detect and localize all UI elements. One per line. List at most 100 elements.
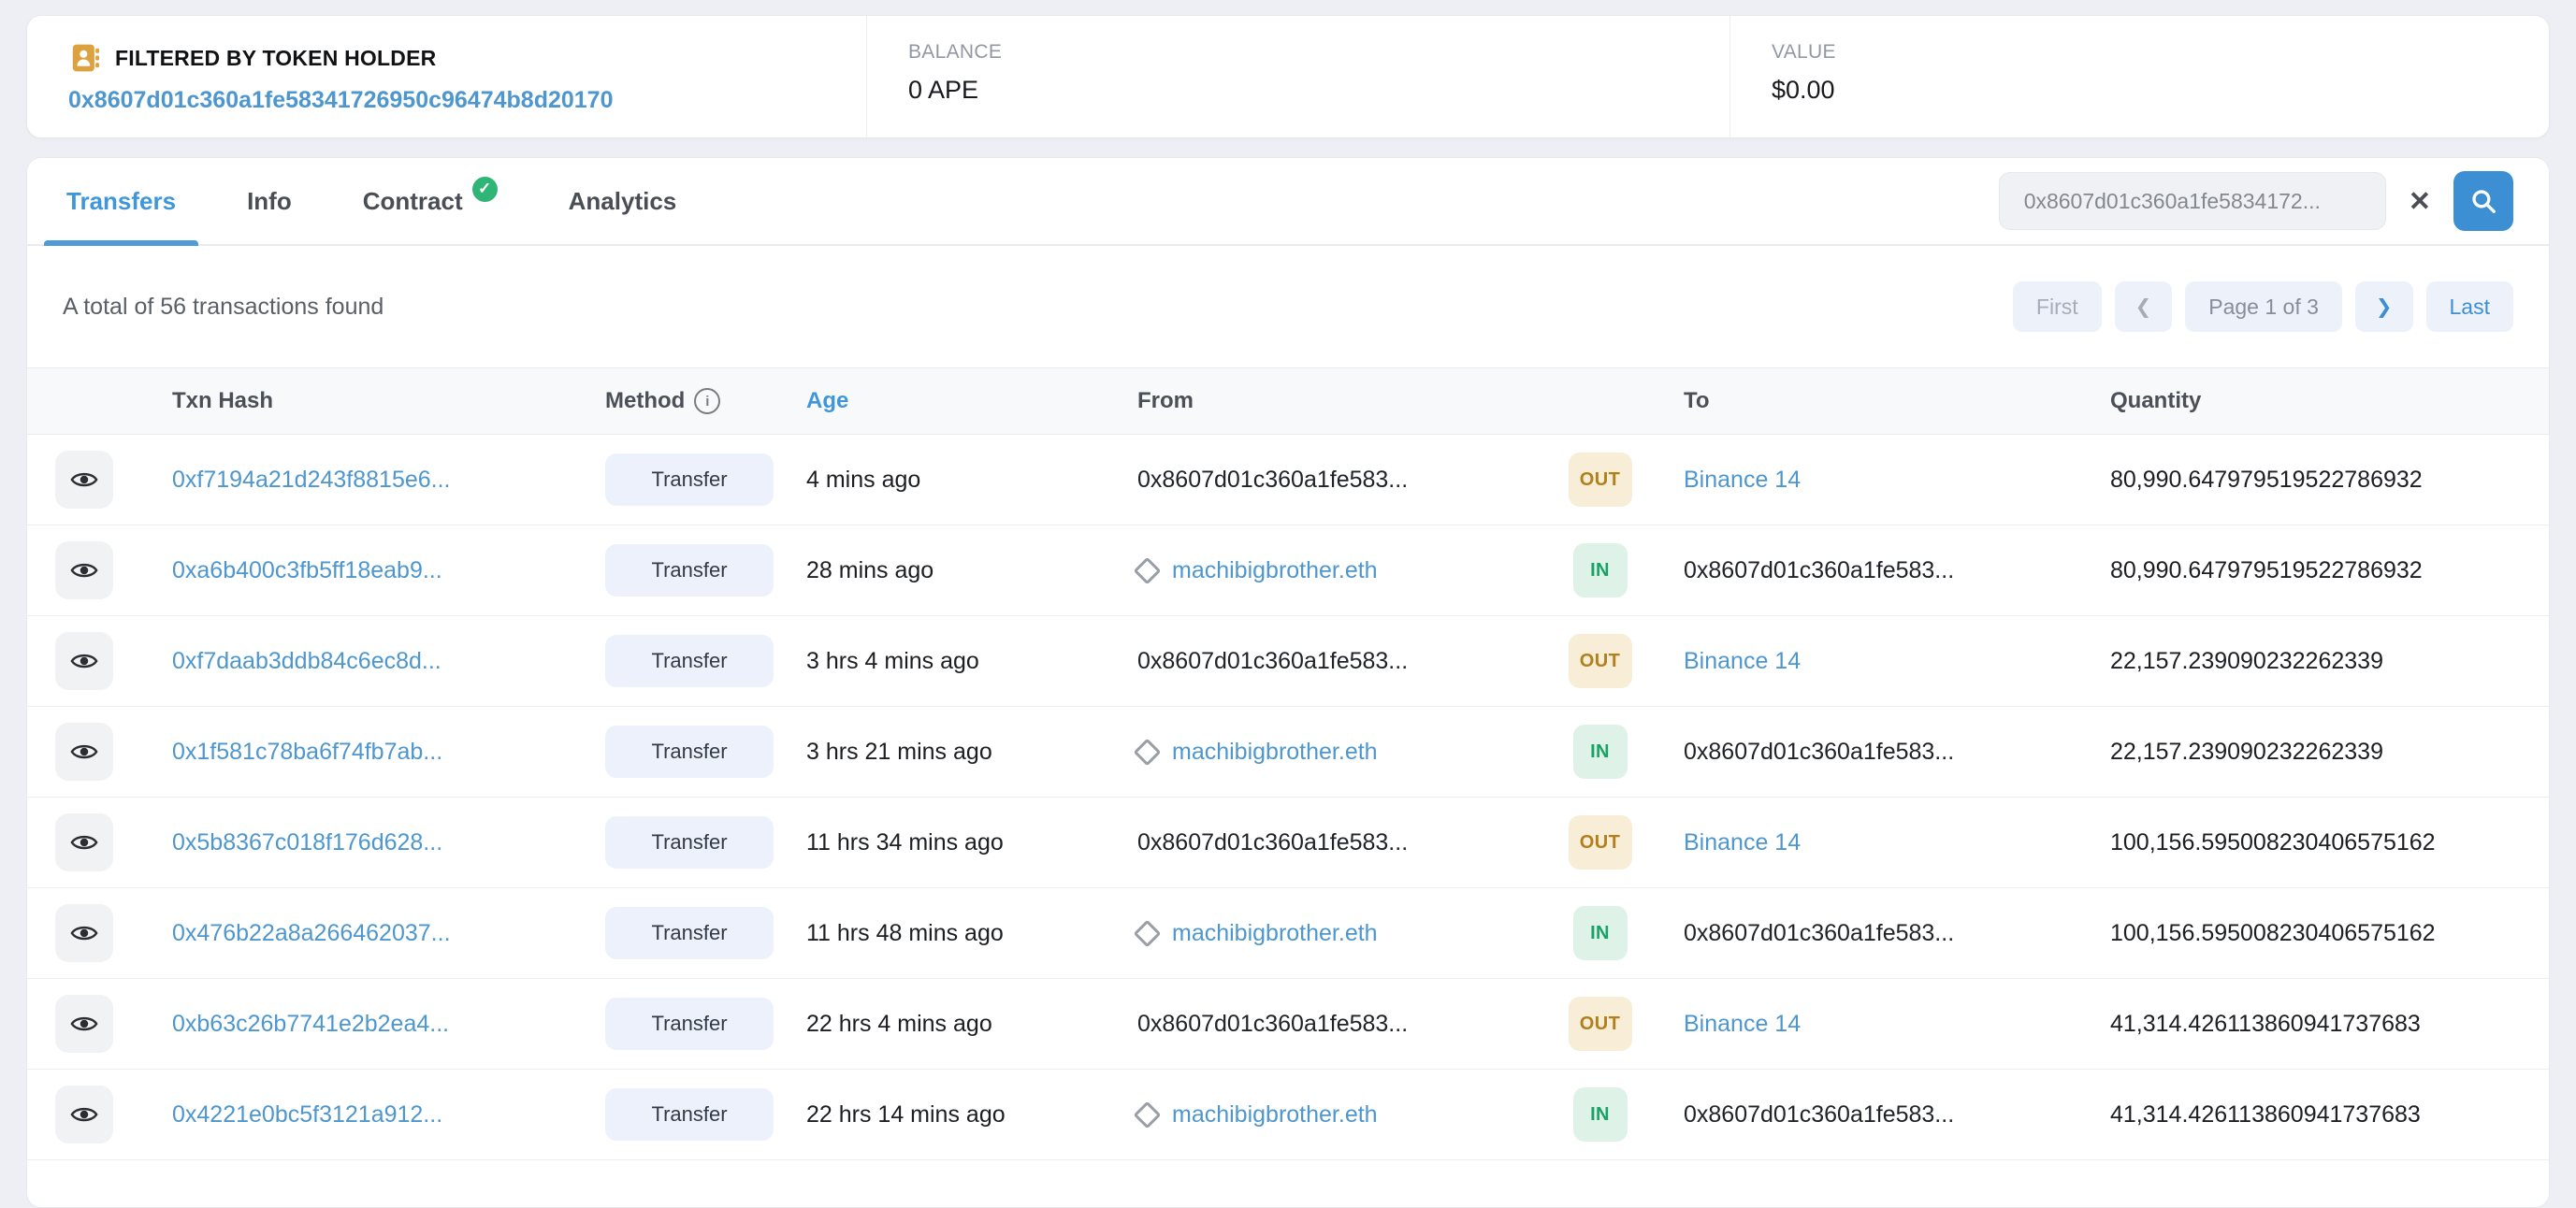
table-row: 0x5b8367c018f176d628...Transfer11 hrs 34… <box>27 798 2549 888</box>
table-row: 0x476b22a8a266462037...Transfer11 hrs 48… <box>27 888 2549 979</box>
quantity-cell: 41,314.426113860941737683 <box>2084 1011 2549 1038</box>
direction-badge: OUT <box>1569 997 1632 1051</box>
age-cell: 11 hrs 34 mins ago <box>780 829 1111 856</box>
table-row: 0xf7194a21d243f8815e6... Transfer4 mins a… <box>27 435 2549 525</box>
direction-badge: IN <box>1573 1087 1628 1142</box>
clear-search-button[interactable]: ✕ <box>2409 185 2431 218</box>
to-cell: Binance 14 <box>1657 1011 2084 1038</box>
header-age[interactable]: Age <box>780 388 1111 414</box>
table-row: 0xa6b400c3fb5ff18eab9... Transfer28 mins … <box>27 525 2549 616</box>
chevron-right-icon: ❯ <box>2376 295 2393 319</box>
txn-hash-link[interactable]: 0x1f581c78ba6f74fb7ab... <box>172 739 442 766</box>
from-cell: 0x8607d01c360a1fe583... <box>1111 1011 1542 1038</box>
value-label: VALUE <box>1772 41 2549 64</box>
next-page-button[interactable]: ❯ <box>2355 281 2413 332</box>
holder-address-link[interactable]: 0x8607d01c360a1fe58341726950c96474b8d201… <box>68 87 613 114</box>
filter-section: FILTERED BY TOKEN HOLDER 0x8607d01c360a1… <box>27 16 866 137</box>
header-quantity: Quantity <box>2084 388 2549 414</box>
eye-icon <box>70 828 98 856</box>
tab-transfers[interactable]: Transfers <box>63 158 180 244</box>
search-input[interactable] <box>1999 172 2386 230</box>
eye-icon <box>70 556 98 584</box>
pagination: First ❮ Page 1 of 3 ❯ Last <box>2013 281 2513 332</box>
age-cell: 4 mins ago <box>780 467 1111 494</box>
eye-icon <box>70 738 98 766</box>
quantity-cell: 22,157.239090232262339 <box>2084 739 2549 766</box>
method-badge: Transfer <box>605 544 774 597</box>
eye-icon <box>70 466 98 494</box>
age-cell: 28 mins ago <box>780 557 1111 584</box>
from-cell: machibigbrother.eth <box>1111 1101 1542 1129</box>
last-page-button[interactable]: Last <box>2426 281 2513 332</box>
method-badge: Transfer <box>605 998 774 1050</box>
preview-eye-button[interactable] <box>55 1086 113 1143</box>
to-cell: Binance 14 <box>1657 467 2084 494</box>
tab-bar: Transfers Info Contract ✓ Analytics ✕ <box>27 158 2549 246</box>
balance-label: BALANCE <box>908 41 1729 64</box>
txn-hash-link[interactable]: 0x5b8367c018f176d628... <box>172 829 442 856</box>
address-link[interactable]: Binance 14 <box>1684 829 1801 856</box>
diamond-icon <box>1134 738 1162 766</box>
address-link[interactable]: machibigbrother.eth <box>1172 557 1378 584</box>
from-cell: machibigbrother.eth <box>1111 920 1542 947</box>
txn-hash-link[interactable]: 0xa6b400c3fb5ff18eab9... <box>172 557 442 584</box>
txn-hash-link[interactable]: 0xf7194a21d243f8815e6... <box>172 467 451 494</box>
direction-badge: OUT <box>1569 634 1632 688</box>
preview-eye-button[interactable] <box>55 723 113 781</box>
diamond-icon <box>1134 919 1162 947</box>
address-link[interactable]: Binance 14 <box>1684 467 1801 494</box>
txn-hash-link[interactable]: 0x476b22a8a266462037... <box>172 920 451 947</box>
address-link[interactable]: machibigbrother.eth <box>1172 1101 1378 1129</box>
info-circle-icon[interactable]: i <box>694 388 720 414</box>
address-text: 0x8607d01c360a1fe583... <box>1684 1101 1954 1129</box>
txn-hash-link[interactable]: 0xb63c26b7741e2b2ea4... <box>172 1011 449 1038</box>
balance-section: BALANCE 0 APE <box>866 16 1729 137</box>
quantity-cell: 100,156.595008230406575162 <box>2084 920 2549 947</box>
transfers-card: Transfers Info Contract ✓ Analytics ✕ A … <box>26 157 2550 1208</box>
preview-eye-button[interactable] <box>55 632 113 690</box>
tab-info[interactable]: Info <box>243 158 296 244</box>
direction-badge: IN <box>1573 543 1628 597</box>
address-link[interactable]: Binance 14 <box>1684 1011 1801 1038</box>
to-cell: 0x8607d01c360a1fe583... <box>1657 739 2084 766</box>
address-link[interactable]: machibigbrother.eth <box>1172 920 1378 947</box>
method-badge: Transfer <box>605 453 774 506</box>
txn-hash-link[interactable]: 0xf7daab3ddb84c6ec8d... <box>172 648 441 675</box>
from-cell: machibigbrother.eth <box>1111 557 1542 584</box>
to-cell: Binance 14 <box>1657 648 2084 675</box>
preview-eye-button[interactable] <box>55 541 113 599</box>
to-cell: Binance 14 <box>1657 829 2084 856</box>
preview-eye-button[interactable] <box>55 995 113 1053</box>
tab-analytics[interactable]: Analytics <box>565 158 681 244</box>
magnifier-icon <box>2469 187 2498 216</box>
method-badge: Transfer <box>605 635 774 687</box>
address-link[interactable]: machibigbrother.eth <box>1172 739 1378 766</box>
txn-hash-link[interactable]: 0x4221e0bc5f3121a912... <box>172 1101 442 1129</box>
address-text: 0x8607d01c360a1fe583... <box>1137 648 1408 675</box>
search-group: ✕ <box>1999 171 2513 231</box>
address-book-icon <box>68 41 102 75</box>
direction-badge: OUT <box>1569 453 1632 507</box>
preview-eye-button[interactable] <box>55 904 113 962</box>
value-section: VALUE $0.00 <box>1729 16 2549 137</box>
direction-badge: IN <box>1573 725 1628 779</box>
direction-badge: IN <box>1573 906 1628 960</box>
tab-contract[interactable]: Contract ✓ <box>359 158 501 244</box>
age-cell: 11 hrs 48 mins ago <box>780 920 1111 947</box>
preview-eye-button[interactable] <box>55 451 113 509</box>
prev-page-button[interactable]: ❮ <box>2115 281 2173 332</box>
address-text: 0x8607d01c360a1fe583... <box>1684 920 1954 947</box>
list-toolbar: A total of 56 transactions found First ❮… <box>27 246 2549 367</box>
header-txn-hash: Txn Hash <box>146 388 579 414</box>
search-button[interactable] <box>2453 171 2513 231</box>
address-text: 0x8607d01c360a1fe583... <box>1137 829 1408 856</box>
diamond-icon <box>1134 1100 1162 1129</box>
from-cell: 0x8607d01c360a1fe583... <box>1111 829 1542 856</box>
age-cell: 3 hrs 21 mins ago <box>780 739 1111 766</box>
quantity-cell: 22,157.239090232262339 <box>2084 648 2549 675</box>
preview-eye-button[interactable] <box>55 813 113 871</box>
address-link[interactable]: Binance 14 <box>1684 648 1801 675</box>
first-page-button[interactable]: First <box>2013 281 2102 332</box>
check-circle-icon: ✓ <box>472 177 498 202</box>
age-cell: 22 hrs 14 mins ago <box>780 1101 1111 1129</box>
